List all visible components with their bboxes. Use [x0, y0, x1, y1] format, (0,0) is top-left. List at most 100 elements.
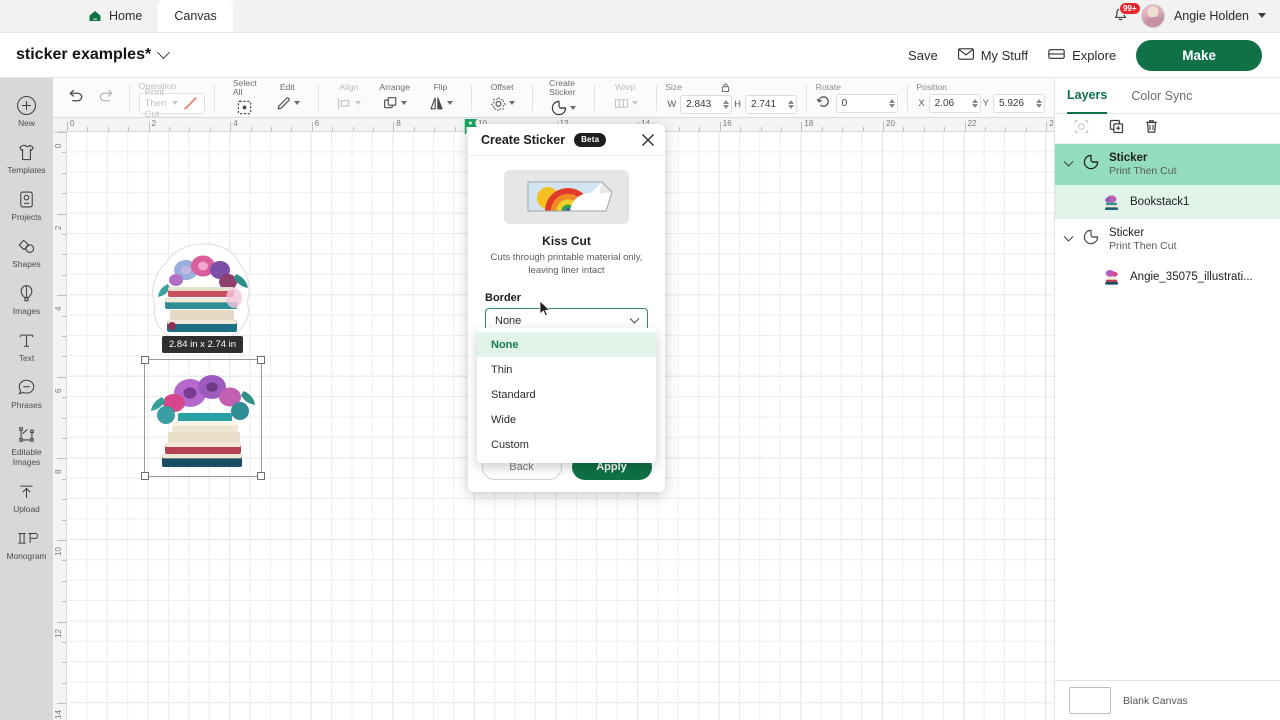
- layer-thumbnail: [1103, 194, 1120, 211]
- rotate-input[interactable]: 0: [835, 94, 898, 113]
- ruler-tick: [1046, 122, 1048, 131]
- notifications-button[interactable]: 99+: [1110, 1, 1141, 27]
- x-stepper[interactable]: [971, 99, 978, 108]
- rotate-icon[interactable]: [816, 94, 831, 114]
- ruler-tick: [903, 127, 905, 131]
- ruler-tick: [964, 122, 966, 131]
- make-button[interactable]: Make: [1136, 39, 1262, 71]
- sidebar-item-upload[interactable]: Upload: [0, 473, 53, 520]
- ruler-v-label: 0: [54, 143, 63, 148]
- my-stuff-label: My Stuff: [980, 47, 1029, 63]
- dropdown-option-custom[interactable]: Custom: [477, 432, 656, 457]
- explore-button[interactable]: Explore: [1048, 48, 1116, 63]
- dropdown-option-none[interactable]: None: [477, 332, 656, 357]
- height-input[interactable]: 2.741: [745, 94, 798, 114]
- ruler-tick: [62, 397, 66, 399]
- sidebar-item-images[interactable]: Images: [0, 275, 53, 322]
- avatar[interactable]: [1140, 3, 1165, 28]
- tab-canvas[interactable]: Canvas: [158, 0, 233, 32]
- sidebar-item-projects[interactable]: Projects: [0, 181, 53, 228]
- chevron-down-icon[interactable]: [1063, 156, 1074, 167]
- ruler-h-label: 6: [314, 119, 320, 128]
- ruler-tick: [62, 601, 66, 603]
- canvas-footer[interactable]: Blank Canvas: [1055, 680, 1280, 720]
- project-title-menu[interactable]: sticker examples*: [16, 45, 171, 64]
- lock-icon[interactable]: [720, 82, 731, 93]
- tab-color-sync[interactable]: Color Sync: [1131, 78, 1192, 114]
- trash-icon[interactable]: [1143, 118, 1160, 140]
- tab-home[interactable]: Home: [72, 0, 158, 32]
- width-stepper[interactable]: [723, 99, 730, 109]
- layer-row-sticker-1[interactable]: Sticker Print Then Cut: [1055, 144, 1280, 185]
- align-button[interactable]: Align: [327, 83, 370, 112]
- blank-canvas-swatch[interactable]: [1069, 687, 1111, 714]
- create-sticker-label: Create Sticker: [549, 77, 576, 97]
- my-stuff-button[interactable]: My Stuff: [957, 47, 1029, 63]
- x-input[interactable]: 2.06: [928, 94, 981, 113]
- chevron-down-icon: [629, 313, 640, 324]
- ruler-h-label: 18: [804, 119, 814, 128]
- dropdown-option-thin[interactable]: Thin: [477, 357, 656, 382]
- ruler-tick: [862, 127, 864, 131]
- group-icon[interactable]: [1073, 118, 1090, 140]
- rotate-stepper[interactable]: [888, 99, 895, 108]
- canvas-sticker-bookstack-outlined[interactable]: 2.84 in x 2.74 in: [148, 240, 256, 353]
- tab-layers[interactable]: Layers: [1067, 78, 1108, 114]
- ruler-tick: [434, 127, 436, 131]
- offset-button[interactable]: Offset: [481, 83, 524, 112]
- operation-color-swatch[interactable]: [182, 95, 199, 112]
- height-stepper[interactable]: [788, 99, 795, 109]
- ruler-tick: [57, 376, 66, 378]
- resize-handle-tr[interactable]: [257, 356, 265, 364]
- print-then-cut-icon: [1082, 228, 1100, 251]
- arrange-button[interactable]: Arrange: [370, 83, 419, 112]
- ruler-tick: [842, 127, 844, 131]
- layer-child-bookstack1[interactable]: Bookstack1: [1055, 185, 1280, 219]
- sidebar-item-editable-images[interactable]: Editable Images: [0, 416, 53, 473]
- ruler-h-label: 16: [722, 119, 732, 128]
- undo-icon[interactable]: [67, 88, 84, 108]
- sidebar-item-monogram[interactable]: Monogram: [0, 520, 53, 567]
- layer-child-angie-illustration[interactable]: Angie_35075_illustrati...: [1055, 260, 1280, 294]
- tshirt-icon: [16, 141, 38, 163]
- chevron-down-icon[interactable]: [1258, 13, 1266, 18]
- y-stepper[interactable]: [1036, 99, 1042, 108]
- warp-button[interactable]: Warp: [604, 83, 647, 112]
- layer-row-sticker-2[interactable]: Sticker Print Then Cut: [1055, 219, 1280, 260]
- sidebar-item-new[interactable]: New: [0, 87, 53, 134]
- layer-child-name: Angie_35075_illustrati...: [1130, 271, 1253, 283]
- y-input[interactable]: 5.926: [993, 94, 1045, 113]
- create-sticker-button[interactable]: Create Sticker: [540, 77, 585, 117]
- save-button[interactable]: Save: [908, 48, 938, 63]
- layer-operation: Print Then Cut: [1109, 240, 1177, 252]
- close-icon[interactable]: [641, 133, 655, 147]
- ruler-tick: [740, 127, 742, 131]
- redo-icon[interactable]: [98, 88, 115, 108]
- width-input[interactable]: 2.843: [680, 94, 733, 114]
- dropdown-option-wide[interactable]: Wide: [477, 407, 656, 432]
- resize-handle-tl[interactable]: [141, 356, 149, 364]
- resize-handle-br[interactable]: [257, 472, 265, 480]
- sidebar-item-templates[interactable]: Templates: [0, 134, 53, 181]
- chevron-down-icon: [293, 101, 300, 105]
- dropdown-option-standard[interactable]: Standard: [477, 382, 656, 407]
- sidebar-item-phrases[interactable]: Phrases: [0, 369, 53, 416]
- ruler-tick: [57, 458, 66, 460]
- mouse-cursor: [539, 300, 551, 322]
- ruler-v-label: 14: [54, 710, 63, 720]
- operation-select[interactable]: Print Then Cut: [138, 87, 206, 120]
- edit-button[interactable]: Edit: [266, 83, 309, 112]
- ruler-tick: [699, 127, 701, 131]
- edit-label: Edit: [279, 82, 295, 92]
- selection-box[interactable]: [141, 356, 265, 480]
- sidebar-item-shapes[interactable]: Shapes: [0, 228, 53, 275]
- ruler-v-label: 8: [54, 469, 63, 475]
- chevron-down-icon[interactable]: [1063, 231, 1074, 242]
- flip-button[interactable]: Flip: [419, 83, 462, 112]
- resize-handle-bl[interactable]: [141, 472, 149, 480]
- ruler-tick: [923, 127, 925, 131]
- duplicate-icon[interactable]: [1108, 118, 1125, 140]
- select-all-button[interactable]: Select All: [224, 78, 266, 117]
- sidebar-item-text[interactable]: Text: [0, 322, 53, 369]
- ruler-h-label: 20: [886, 119, 895, 128]
